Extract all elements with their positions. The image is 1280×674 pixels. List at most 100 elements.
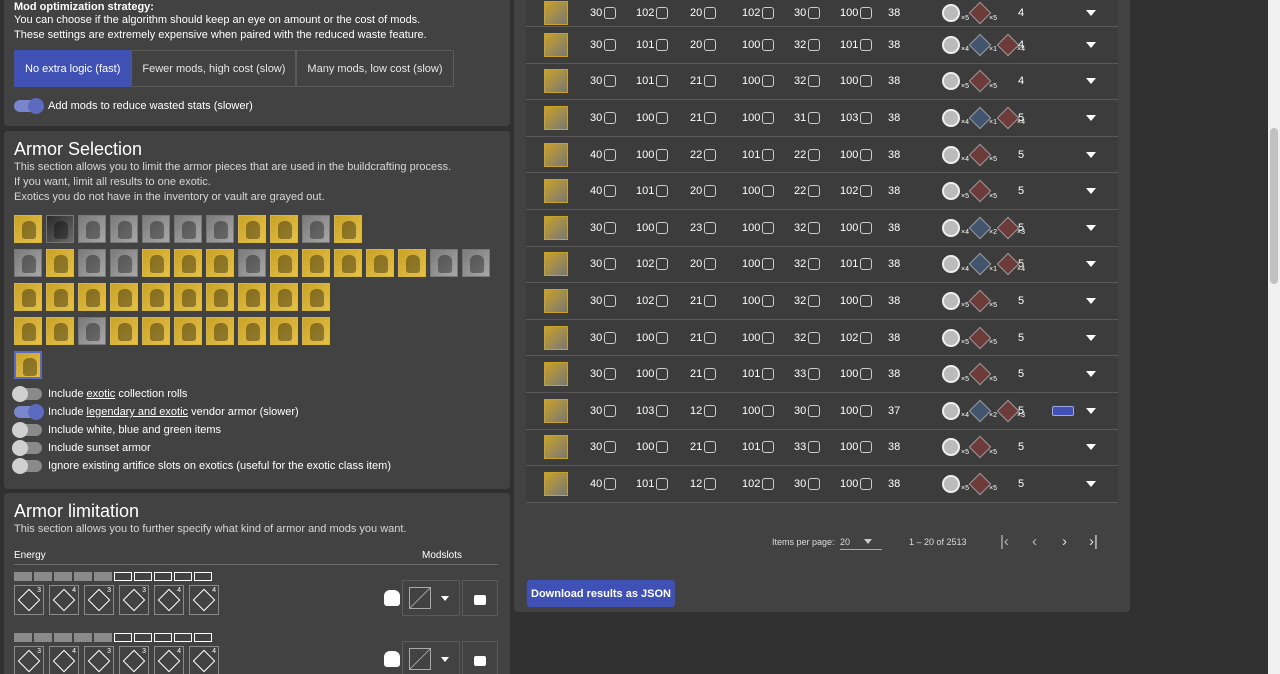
armor-option-toggle[interactable] [12, 458, 42, 474]
expand-row-chevron-icon[interactable] [1086, 480, 1096, 487]
modslot-select[interactable] [402, 641, 460, 674]
exotic-armor-icon[interactable] [206, 249, 234, 277]
exotic-armor-icon[interactable] [270, 249, 298, 277]
expand-row-chevron-icon[interactable] [1086, 151, 1096, 158]
exotic-armor-icon[interactable] [110, 317, 138, 345]
exotic-armor-icon[interactable] [174, 215, 202, 243]
stat-mod-tile[interactable]: 4 [189, 585, 219, 615]
energy-box[interactable] [54, 633, 72, 642]
exotic-armor-icon[interactable] [142, 317, 170, 345]
result-row[interactable]: 30 100 21 100 31 103 38 × 4 × 1 × 4 5 [526, 100, 1118, 137]
exotic-armor-icon[interactable] [270, 283, 298, 311]
armor-option-toggle[interactable] [12, 386, 42, 402]
armor-option-toggle[interactable] [12, 440, 42, 456]
download-json-button[interactable]: Download results as JSON [527, 580, 675, 607]
expand-row-chevron-icon[interactable] [1086, 334, 1096, 341]
expand-row-chevron-icon[interactable] [1086, 10, 1096, 16]
exotic-armor-icon[interactable] [334, 249, 362, 277]
exotic-armor-icon[interactable] [174, 249, 202, 277]
exotic-armor-icon[interactable] [46, 283, 74, 311]
result-row[interactable]: 40 101 20 100 22 102 38 × 5 × 5 5 [526, 173, 1118, 210]
energy-box[interactable] [74, 572, 92, 581]
energy-box[interactable] [194, 572, 212, 581]
exotic-armor-icon[interactable] [430, 249, 458, 277]
items-per-page-select[interactable]: 20 [840, 534, 882, 550]
result-row[interactable]: 30 102 21 100 32 100 38 × 5 × 5 5 [526, 283, 1118, 320]
strategy-no-extra-logic-button[interactable]: No extra logic (fast) [14, 50, 132, 87]
strategy-many-mods-button[interactable]: Many mods, low cost (slow) [296, 50, 454, 87]
exotic-armor-icon[interactable] [238, 283, 266, 311]
next-page-icon[interactable]: › [1062, 533, 1067, 550]
expand-row-chevron-icon[interactable] [1086, 407, 1096, 414]
modslot-select[interactable] [402, 580, 460, 616]
exotic-armor-icon[interactable] [302, 317, 330, 345]
exotic-armor-icon[interactable] [46, 317, 74, 345]
result-row[interactable]: 30 100 23 100 32 100 38 × 4 × 2 × 3 5 [526, 209, 1118, 247]
exotic-armor-icon[interactable] [78, 215, 106, 243]
energy-box[interactable] [94, 572, 112, 581]
energy-box[interactable] [114, 572, 132, 581]
exotic-armor-icon[interactable] [462, 249, 490, 277]
exotic-armor-icon[interactable] [14, 351, 42, 379]
exotic-armor-icon[interactable] [206, 317, 234, 345]
stat-mod-tile[interactable]: 3 [14, 646, 44, 674]
stat-mod-tile[interactable]: 4 [49, 585, 79, 615]
lock-button[interactable] [462, 580, 498, 616]
stat-mod-tile[interactable]: 4 [189, 646, 219, 674]
stat-mod-tile[interactable]: 3 [84, 585, 114, 615]
exotic-armor-icon[interactable] [174, 283, 202, 311]
energy-box[interactable] [54, 572, 72, 581]
result-row[interactable]: 30 102 20 100 32 101 38 × 4 × 1 × 4 5 [526, 246, 1118, 284]
first-page-icon[interactable]: |‹ [1000, 533, 1009, 550]
energy-box[interactable] [94, 633, 112, 642]
result-row[interactable]: 30 100 21 101 33 100 38 × 5 × 5 5 [526, 356, 1118, 393]
energy-box[interactable] [154, 633, 172, 642]
exotic-armor-icon[interactable] [46, 215, 74, 243]
stat-mod-tile[interactable]: 4 [49, 646, 79, 674]
energy-box[interactable] [134, 633, 152, 642]
expand-row-chevron-icon[interactable] [1086, 297, 1096, 304]
stat-mod-tile[interactable]: 3 [119, 646, 149, 674]
result-row[interactable]: 40 101 12 102 30 100 38 × 5 × 5 5 [526, 466, 1118, 503]
result-row[interactable]: 30 100 21 101 33 100 38 × 5 × 5 5 [526, 429, 1118, 467]
reduce-waste-toggle[interactable] [14, 98, 44, 114]
exotic-armor-icon[interactable] [142, 283, 170, 311]
energy-box[interactable] [194, 633, 212, 642]
exotic-armor-icon[interactable] [238, 317, 266, 345]
exotic-armor-icon[interactable] [14, 249, 42, 277]
energy-box[interactable] [14, 633, 32, 642]
exotic-armor-icon[interactable] [398, 249, 426, 277]
stat-mod-tile[interactable]: 3 [119, 585, 149, 615]
result-row[interactable]: 30 101 21 100 32 100 38 × 5 × 5 4 [526, 63, 1118, 101]
energy-box[interactable] [14, 572, 32, 581]
exotic-armor-icon[interactable] [142, 215, 170, 243]
stat-mod-tile[interactable]: 4 [154, 646, 184, 674]
armor-option-toggle[interactable] [14, 404, 44, 420]
exotic-armor-icon[interactable] [334, 215, 362, 243]
exotic-armor-icon[interactable] [110, 249, 138, 277]
expand-row-chevron-icon[interactable] [1086, 41, 1096, 48]
armor-option-toggle[interactable] [12, 422, 42, 438]
exotic-armor-icon[interactable] [14, 215, 42, 243]
exotic-armor-icon[interactable] [110, 283, 138, 311]
expand-row-chevron-icon[interactable] [1086, 188, 1096, 195]
exotic-armor-icon[interactable] [110, 215, 138, 243]
exotic-armor-icon[interactable] [78, 317, 106, 345]
exotic-armor-icon[interactable] [302, 215, 330, 243]
exotic-armor-icon[interactable] [302, 283, 330, 311]
exotic-armor-icon[interactable] [206, 283, 234, 311]
energy-box[interactable] [114, 633, 132, 642]
expand-row-chevron-icon[interactable] [1086, 78, 1096, 85]
energy-box[interactable] [34, 633, 52, 642]
exotic-armor-icon[interactable] [78, 249, 106, 277]
expand-row-chevron-icon[interactable] [1086, 261, 1096, 268]
exotic-armor-icon[interactable] [270, 215, 298, 243]
exotic-armor-icon[interactable] [46, 249, 74, 277]
expand-row-chevron-icon[interactable] [1086, 444, 1096, 451]
result-row[interactable]: 30 103 12 100 30 100 37 × 4 × 2 × 3 5 [526, 392, 1118, 430]
energy-box[interactable] [74, 633, 92, 642]
result-row[interactable]: 30 101 20 100 32 101 38 × 4 × 1 × 4 4 [526, 27, 1118, 64]
exotic-armor-icon[interactable] [14, 283, 42, 311]
energy-box[interactable] [154, 572, 172, 581]
last-page-icon[interactable]: ›| [1089, 533, 1098, 550]
